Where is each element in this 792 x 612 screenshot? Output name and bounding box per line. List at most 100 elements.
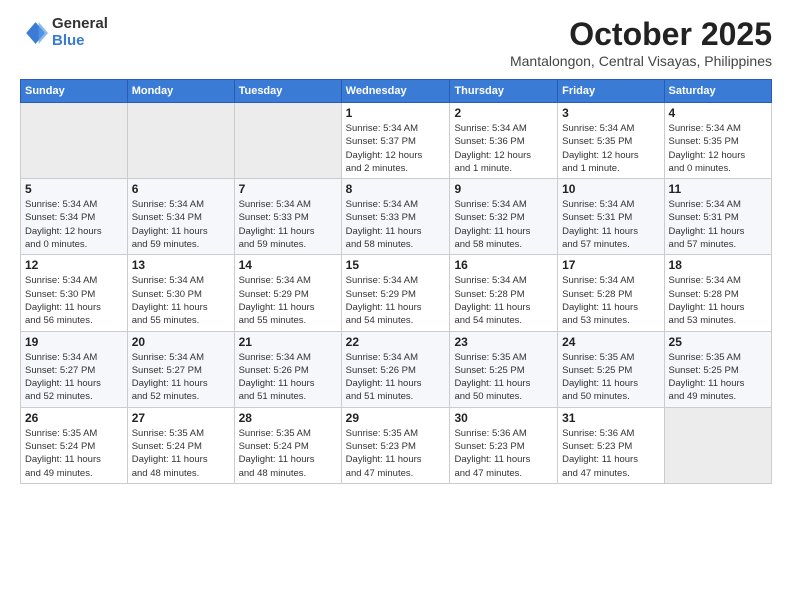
day-info: Sunrise: 5:35 AMSunset: 5:25 PMDaylight:… [454, 351, 553, 404]
day-info: Sunrise: 5:35 AMSunset: 5:24 PMDaylight:… [25, 427, 123, 480]
day-number: 8 [346, 182, 446, 196]
day-cell: 5 Sunrise: 5:34 AMSunset: 5:34 PMDaylight… [21, 179, 128, 255]
day-info: Sunrise: 5:34 AMSunset: 5:29 PMDaylight:… [346, 274, 446, 327]
day-number: 30 [454, 411, 553, 425]
col-header-saturday: Saturday [664, 80, 771, 103]
day-number: 20 [132, 335, 230, 349]
day-number: 2 [454, 106, 553, 120]
day-info: Sunrise: 5:34 AMSunset: 5:26 PMDaylight:… [346, 351, 446, 404]
day-info: Sunrise: 5:34 AMSunset: 5:26 PMDaylight:… [239, 351, 337, 404]
day-cell: 3 Sunrise: 5:34 AMSunset: 5:35 PMDaylight… [558, 103, 664, 179]
day-number: 25 [669, 335, 767, 349]
calendar-header: SundayMondayTuesdayWednesdayThursdayFrid… [21, 80, 772, 103]
day-cell: 11Sunrise: 5:34 AMSunset: 5:31 PMDayligh… [664, 179, 771, 255]
day-number: 23 [454, 335, 553, 349]
day-number: 3 [562, 106, 659, 120]
day-cell: 23 Sunrise: 5:35 AMSunset: 5:25 PMDayligh… [450, 331, 558, 407]
day-number: 19 [25, 335, 123, 349]
calendar-body: 1 Sunrise: 5:34 AMSunset: 5:37 PMDaylight… [21, 103, 772, 484]
day-cell: 12 Sunrise: 5:34 AMSunset: 5:30 PMDayligh… [21, 255, 128, 331]
col-header-tuesday: Tuesday [234, 80, 341, 103]
day-info: Sunrise: 5:34 AMSunset: 5:30 PMDaylight:… [25, 274, 123, 327]
day-number: 18 [669, 258, 767, 272]
header: General Blue October 2025 Mantalongon, C… [20, 16, 772, 69]
day-cell: 17 Sunrise: 5:34 AMSunset: 5:28 PMDayligh… [558, 255, 664, 331]
day-number: 10 [562, 182, 659, 196]
day-cell: 22 Sunrise: 5:34 AMSunset: 5:26 PMDayligh… [341, 331, 450, 407]
day-cell: 6 Sunrise: 5:34 AMSunset: 5:34 PMDaylight… [127, 179, 234, 255]
day-cell: 1 Sunrise: 5:34 AMSunset: 5:37 PMDaylight… [341, 103, 450, 179]
day-cell: 16 Sunrise: 5:34 AMSunset: 5:28 PMDayligh… [450, 255, 558, 331]
day-info: Sunrise: 5:34 AMSunset: 5:28 PMDaylight:… [669, 274, 767, 327]
logo-icon [20, 19, 48, 47]
day-number: 4 [669, 106, 767, 120]
day-cell: 2 Sunrise: 5:34 AMSunset: 5:36 PMDaylight… [450, 103, 558, 179]
day-number: 27 [132, 411, 230, 425]
day-cell: 31 Sunrise: 5:36 AMSunset: 5:23 PMDayligh… [558, 407, 664, 483]
day-number: 29 [346, 411, 446, 425]
day-info: Sunrise: 5:34 AMSunset: 5:34 PMDaylight:… [25, 198, 123, 251]
week-row-5: 26Sunrise: 5:35 AMSunset: 5:24 PMDayligh… [21, 407, 772, 483]
day-number: 15 [346, 258, 446, 272]
day-info: Sunrise: 5:35 AMSunset: 5:25 PMDaylight:… [669, 351, 767, 404]
logo-general-label: General [52, 16, 108, 33]
week-row-1: 1 Sunrise: 5:34 AMSunset: 5:37 PMDaylight… [21, 103, 772, 179]
day-info: Sunrise: 5:34 AMSunset: 5:31 PMDaylight:… [562, 198, 659, 251]
day-number: 21 [239, 335, 337, 349]
day-info: Sunrise: 5:34 AMSunset: 5:37 PMDaylight:… [346, 122, 446, 175]
col-header-wednesday: Wednesday [341, 80, 450, 103]
day-cell: 15 Sunrise: 5:34 AMSunset: 5:29 PMDayligh… [341, 255, 450, 331]
logo-blue-label: Blue [52, 33, 108, 50]
day-info: Sunrise: 5:34 AMSunset: 5:28 PMDaylight:… [454, 274, 553, 327]
week-row-2: 5 Sunrise: 5:34 AMSunset: 5:34 PMDaylight… [21, 179, 772, 255]
day-info: Sunrise: 5:34 AMSunset: 5:28 PMDaylight:… [562, 274, 659, 327]
day-number: 6 [132, 182, 230, 196]
day-info: Sunrise: 5:34 AMSunset: 5:36 PMDaylight:… [454, 122, 553, 175]
day-cell [234, 103, 341, 179]
month-title: October 2025 [510, 16, 772, 53]
col-header-sunday: Sunday [21, 80, 128, 103]
day-cell: 18 Sunrise: 5:34 AMSunset: 5:28 PMDayligh… [664, 255, 771, 331]
day-info: Sunrise: 5:34 AMSunset: 5:35 PMDaylight:… [562, 122, 659, 175]
day-cell: 29 Sunrise: 5:35 AMSunset: 5:23 PMDayligh… [341, 407, 450, 483]
day-number: 22 [346, 335, 446, 349]
day-cell [664, 407, 771, 483]
title-block: October 2025 Mantalongon, Central Visaya… [510, 16, 772, 69]
day-number: 1 [346, 106, 446, 120]
day-cell: 8Sunrise: 5:34 AMSunset: 5:33 PMDaylight… [341, 179, 450, 255]
day-number: 16 [454, 258, 553, 272]
logo: General Blue [20, 16, 108, 49]
day-cell: 27 Sunrise: 5:35 AMSunset: 5:24 PMDayligh… [127, 407, 234, 483]
day-info: Sunrise: 5:35 AMSunset: 5:25 PMDaylight:… [562, 351, 659, 404]
logo-text: General Blue [52, 16, 108, 49]
col-header-thursday: Thursday [450, 80, 558, 103]
day-cell: 14Sunrise: 5:34 AMSunset: 5:29 PMDayligh… [234, 255, 341, 331]
day-info: Sunrise: 5:34 AMSunset: 5:30 PMDaylight:… [132, 274, 230, 327]
day-cell: 19 Sunrise: 5:34 AMSunset: 5:27 PMDayligh… [21, 331, 128, 407]
day-number: 13 [132, 258, 230, 272]
day-number: 24 [562, 335, 659, 349]
day-info: Sunrise: 5:34 AMSunset: 5:27 PMDaylight:… [25, 351, 123, 404]
day-info: Sunrise: 5:34 AMSunset: 5:33 PMDaylight:… [239, 198, 337, 251]
location-title: Mantalongon, Central Visayas, Philippine… [510, 53, 772, 69]
day-cell: 30Sunrise: 5:36 AMSunset: 5:23 PMDayligh… [450, 407, 558, 483]
day-info: Sunrise: 5:35 AMSunset: 5:23 PMDaylight:… [346, 427, 446, 480]
day-info: Sunrise: 5:34 AMSunset: 5:34 PMDaylight:… [132, 198, 230, 251]
day-cell: 28Sunrise: 5:35 AMSunset: 5:24 PMDayligh… [234, 407, 341, 483]
day-cell: 24 Sunrise: 5:35 AMSunset: 5:25 PMDayligh… [558, 331, 664, 407]
day-info: Sunrise: 5:34 AMSunset: 5:35 PMDaylight:… [669, 122, 767, 175]
day-cell: 25 Sunrise: 5:35 AMSunset: 5:25 PMDayligh… [664, 331, 771, 407]
day-info: Sunrise: 5:34 AMSunset: 5:29 PMDaylight:… [239, 274, 337, 327]
day-cell [21, 103, 128, 179]
day-info: Sunrise: 5:35 AMSunset: 5:24 PMDaylight:… [132, 427, 230, 480]
day-info: Sunrise: 5:34 AMSunset: 5:31 PMDaylight:… [669, 198, 767, 251]
day-number: 31 [562, 411, 659, 425]
day-cell: 4 Sunrise: 5:34 AMSunset: 5:35 PMDaylight… [664, 103, 771, 179]
day-number: 17 [562, 258, 659, 272]
day-number: 5 [25, 182, 123, 196]
col-header-monday: Monday [127, 80, 234, 103]
day-number: 12 [25, 258, 123, 272]
day-cell: 9Sunrise: 5:34 AMSunset: 5:32 PMDaylight… [450, 179, 558, 255]
day-info: Sunrise: 5:36 AMSunset: 5:23 PMDaylight:… [562, 427, 659, 480]
day-cell: 13 Sunrise: 5:34 AMSunset: 5:30 PMDayligh… [127, 255, 234, 331]
